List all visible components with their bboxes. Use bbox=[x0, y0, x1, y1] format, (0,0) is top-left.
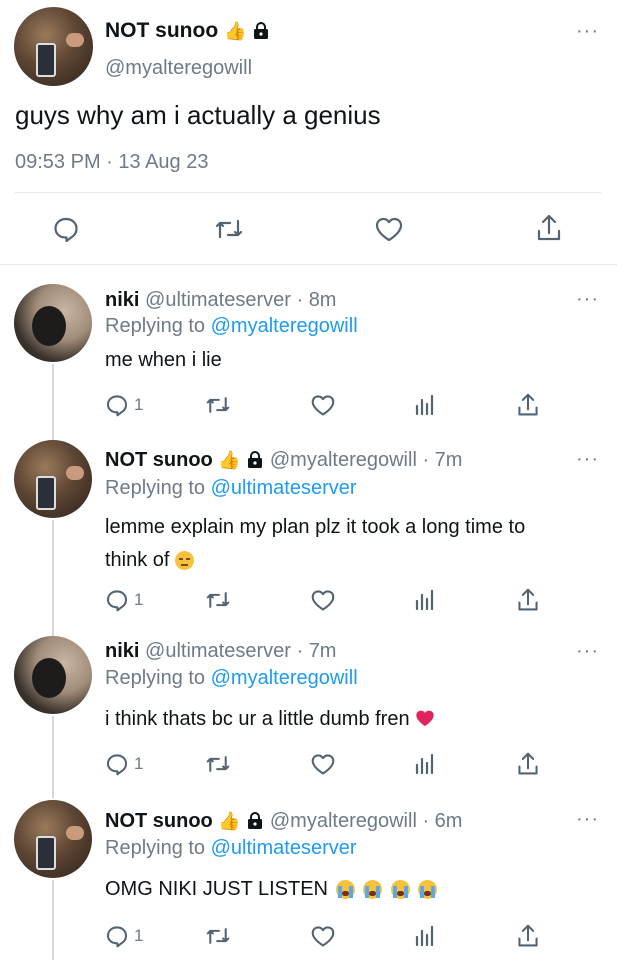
reply-header: niki @ultimateserver · 7m bbox=[105, 640, 336, 663]
reply-display-name[interactable]: NOT sunoo bbox=[105, 810, 213, 832]
replying-to-link[interactable]: @myalteregowill bbox=[211, 667, 358, 689]
reply-text-line: lemme explain my plan plz it took a long… bbox=[105, 516, 526, 538]
replying-to: Replying to @ultimateserver bbox=[105, 837, 357, 860]
red-heart-emoji bbox=[415, 708, 435, 728]
share-icon[interactable] bbox=[516, 923, 540, 949]
reply-text: i think thats bc ur a little dumb fren bbox=[105, 708, 435, 731]
replying-to: Replying to @myalteregowill bbox=[105, 315, 358, 338]
replying-to-link[interactable]: @myalteregowill bbox=[211, 315, 358, 337]
main-avatar[interactable] bbox=[14, 7, 93, 86]
reply-meta[interactable]: @ultimateserver · 8m bbox=[145, 289, 336, 311]
share-icon[interactable] bbox=[516, 751, 540, 777]
divider bbox=[0, 264, 617, 265]
reply-count: 1 bbox=[134, 590, 144, 609]
list-item[interactable]: NOT sunoo 👍 @myalteregowill · 6m ··· Rep… bbox=[0, 800, 617, 960]
like-icon[interactable] bbox=[310, 393, 336, 417]
retweet-icon[interactable] bbox=[205, 752, 231, 776]
main-tweet-text: guys why am i actually a genius bbox=[15, 100, 381, 130]
list-item[interactable]: niki @ultimateserver · 7m ··· Replying t… bbox=[0, 636, 617, 782]
reply-avatar[interactable] bbox=[14, 800, 92, 878]
reply-display-name[interactable]: niki bbox=[105, 640, 139, 662]
lock-icon bbox=[246, 811, 264, 829]
retweet-icon[interactable] bbox=[205, 393, 231, 417]
more-icon[interactable]: ··· bbox=[576, 809, 599, 829]
list-item[interactable]: niki @ultimateserver · 8m ··· Replying t… bbox=[0, 284, 617, 424]
replying-label: Replying to bbox=[105, 315, 206, 337]
share-icon[interactable] bbox=[535, 213, 563, 243]
reply-display-name[interactable]: niki bbox=[105, 289, 139, 311]
main-author: NOT sunoo 👍 bbox=[105, 19, 270, 43]
reply-header: NOT sunoo 👍 @myalteregowill · 7m bbox=[105, 449, 462, 472]
reply-icon[interactable] bbox=[105, 588, 129, 612]
reply-count: 1 bbox=[134, 754, 144, 773]
reply-text: me when i lie bbox=[105, 349, 222, 371]
replying-to-link[interactable]: @ultimateserver bbox=[211, 477, 357, 499]
reply-text-line: i think thats bc ur a little dumb fren bbox=[105, 708, 410, 730]
thumbs-up-emoji: 👍 bbox=[218, 811, 241, 831]
reply-header: niki @ultimateserver · 8m bbox=[105, 289, 336, 312]
views-icon[interactable] bbox=[414, 394, 436, 416]
reply-icon[interactable] bbox=[105, 924, 129, 948]
replying-label: Replying to bbox=[105, 837, 206, 859]
share-icon[interactable] bbox=[516, 392, 540, 418]
reply-text-line: OMG NIKI JUST LISTEN bbox=[105, 878, 328, 900]
loudly-crying-emoji bbox=[335, 880, 355, 900]
list-item[interactable]: NOT sunoo 👍 @myalteregowill · 7m ··· Rep… bbox=[0, 440, 617, 620]
views-icon[interactable] bbox=[414, 753, 436, 775]
reply-avatar[interactable] bbox=[14, 636, 92, 714]
views-icon[interactable] bbox=[414, 589, 436, 611]
more-icon[interactable]: ··· bbox=[576, 21, 599, 41]
more-icon[interactable]: ··· bbox=[576, 449, 599, 469]
retweet-icon[interactable] bbox=[214, 215, 244, 243]
main-timestamp[interactable]: 09:53 PM · 13 Aug 23 bbox=[15, 151, 208, 174]
loudly-crying-emoji bbox=[390, 880, 410, 900]
replying-label: Replying to bbox=[105, 667, 206, 689]
thumbs-up-emoji: 👍 bbox=[218, 450, 241, 470]
lock-icon bbox=[252, 21, 270, 39]
divider bbox=[15, 192, 601, 193]
reply-meta[interactable]: @ultimateserver · 7m bbox=[145, 640, 336, 662]
reply-count: 1 bbox=[134, 395, 144, 414]
reply-text: lemme explain my plan plz it took a long… bbox=[105, 511, 525, 577]
lock-icon bbox=[246, 450, 264, 468]
like-icon[interactable] bbox=[310, 924, 336, 948]
reply-icon[interactable] bbox=[105, 393, 129, 417]
reply-meta[interactable]: @myalteregowill · 6m bbox=[270, 810, 463, 832]
reply-avatar[interactable] bbox=[14, 440, 92, 518]
reply-text-line: think of bbox=[105, 549, 170, 571]
replying-to: Replying to @ultimateserver bbox=[105, 477, 357, 500]
reply-display-name[interactable]: NOT sunoo bbox=[105, 449, 213, 471]
pensive-emoji bbox=[175, 551, 195, 571]
replying-to: Replying to @myalteregowill bbox=[105, 667, 358, 690]
loudly-crying-emoji bbox=[363, 880, 383, 900]
retweet-icon[interactable] bbox=[205, 588, 231, 612]
views-icon[interactable] bbox=[414, 925, 436, 947]
like-icon[interactable] bbox=[310, 752, 336, 776]
like-icon[interactable] bbox=[374, 215, 404, 243]
thumbs-up-emoji: 👍 bbox=[224, 21, 247, 41]
reply-avatar[interactable] bbox=[14, 284, 92, 362]
retweet-icon[interactable] bbox=[205, 924, 231, 948]
reply-header: NOT sunoo 👍 @myalteregowill · 6m bbox=[105, 810, 462, 833]
replying-to-link[interactable]: @ultimateserver bbox=[211, 837, 357, 859]
reply-icon[interactable] bbox=[105, 752, 129, 776]
replying-label: Replying to bbox=[105, 477, 206, 499]
share-icon[interactable] bbox=[516, 587, 540, 613]
main-handle[interactable]: @myalteregowill bbox=[105, 57, 252, 80]
reply-icon[interactable] bbox=[52, 215, 80, 243]
main-display-name[interactable]: NOT sunoo bbox=[105, 19, 218, 42]
more-icon[interactable]: ··· bbox=[576, 289, 599, 309]
reply-count: 1 bbox=[134, 926, 144, 945]
reply-meta[interactable]: @myalteregowill · 7m bbox=[270, 449, 463, 471]
reply-text: OMG NIKI JUST LISTEN bbox=[105, 878, 438, 901]
loudly-crying-emoji bbox=[418, 880, 438, 900]
more-icon[interactable]: ··· bbox=[576, 641, 599, 661]
like-icon[interactable] bbox=[310, 588, 336, 612]
